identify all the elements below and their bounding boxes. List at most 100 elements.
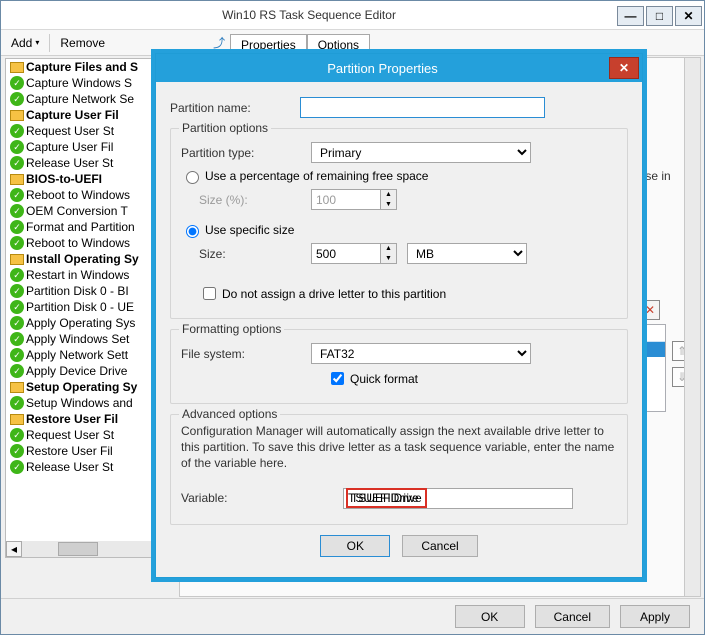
size-percent-label: Size (%): — [199, 193, 311, 207]
tree-item-label: Reboot to Windows — [26, 188, 130, 202]
tree-item[interactable]: ✓Reboot to Windows — [6, 235, 174, 251]
tree-item-label: Partition Disk 0 - UE — [26, 300, 134, 314]
check-icon: ✓ — [10, 268, 24, 282]
tree-item[interactable]: ✓Apply Operating Sys — [6, 315, 174, 331]
folder-icon — [10, 252, 24, 266]
tree-item[interactable]: ✓Release User St — [6, 155, 174, 171]
use-percentage-label: Use a percentage of remaining free space — [205, 169, 428, 183]
tree-item-label: Restore User Fil — [26, 412, 118, 426]
folder-icon — [10, 108, 24, 122]
tree-item[interactable]: ✓Release User St — [6, 459, 174, 475]
partition-name-label: Partition name: — [170, 101, 300, 115]
remove-button[interactable]: Remove — [54, 34, 111, 52]
task-sequence-tree[interactable]: Capture Files and S✓Capture Windows S✓Ca… — [5, 58, 175, 558]
tree-item[interactable]: Capture Files and S — [6, 59, 174, 75]
tree-item-label: Request User St — [26, 124, 114, 138]
maximize-button[interactable]: □ — [646, 6, 673, 26]
tree-item[interactable]: ✓Capture Network Se — [6, 91, 174, 107]
use-percentage-radio[interactable] — [186, 171, 199, 184]
tree-item-label: Capture User Fil — [26, 108, 119, 122]
tree-item-label: Restore User Fil — [26, 444, 113, 458]
check-icon: ✓ — [10, 156, 24, 170]
tree-item[interactable]: ✓Capture User Fil — [6, 139, 174, 155]
use-specific-size-label: Use specific size — [205, 223, 294, 237]
partition-type-select[interactable]: Primary — [311, 142, 531, 163]
quick-format-checkbox[interactable] — [331, 372, 344, 385]
delete-volume-icon[interactable]: ✕ — [640, 300, 660, 320]
close-button[interactable]: ✕ — [675, 6, 702, 26]
check-icon: ✓ — [10, 364, 24, 378]
check-icon: ✓ — [10, 460, 24, 474]
main-cancel-button[interactable]: Cancel — [535, 605, 610, 628]
tree-item[interactable]: BIOS-to-UEFI — [6, 171, 174, 187]
tree-item[interactable]: ✓Apply Device Drive — [6, 363, 174, 379]
tree-item[interactable]: ✓Apply Network Sett — [6, 347, 174, 363]
tree-item-label: Capture Windows S — [26, 76, 132, 90]
dialog-title: Partition Properties — [156, 61, 609, 76]
vertical-scrollbar[interactable] — [684, 58, 700, 596]
tree-item[interactable]: ✓Format and Partition — [6, 219, 174, 235]
use-specific-size-radio[interactable] — [186, 225, 199, 238]
check-icon: ✓ — [10, 124, 24, 138]
check-icon: ✓ — [10, 316, 24, 330]
variable-value-highlight: TSUEFIDrive — [347, 489, 426, 507]
main-titlebar: Win10 RS Task Sequence Editor — □ ✕ — [1, 1, 704, 30]
size-unit-select[interactable]: MB — [407, 243, 527, 264]
tree-item-label: Request User St — [26, 428, 114, 442]
dialog-ok-button[interactable]: OK — [320, 535, 390, 557]
tree-item[interactable]: Setup Operating Sy — [6, 379, 174, 395]
tree-item[interactable]: ✓Restore User Fil — [6, 443, 174, 459]
check-icon: ✓ — [10, 396, 24, 410]
tree-item[interactable]: ✓Partition Disk 0 - BI — [6, 283, 174, 299]
check-icon: ✓ — [10, 428, 24, 442]
dialog-cancel-button[interactable]: Cancel — [402, 535, 477, 557]
tree-item-label: Format and Partition — [26, 220, 135, 234]
check-icon: ✓ — [10, 140, 24, 154]
tree-item-label: Install Operating Sy — [26, 252, 139, 266]
tree-item-label: Capture Files and S — [26, 60, 138, 74]
advanced-options-group: Advanced options Configuration Manager w… — [170, 414, 628, 525]
tree-item[interactable]: Capture User Fil — [6, 107, 174, 123]
tree-item[interactable]: Restore User Fil — [6, 411, 174, 427]
file-system-label: File system: — [181, 347, 311, 361]
tree-item[interactable]: Install Operating Sy — [6, 251, 174, 267]
check-icon: ✓ — [10, 332, 24, 346]
tree-item-label: BIOS-to-UEFI — [26, 172, 102, 186]
tree-item-label: Capture User Fil — [26, 140, 113, 154]
tree-item[interactable]: ✓Apply Windows Set — [6, 331, 174, 347]
check-icon: ✓ — [10, 444, 24, 458]
tree-item-label: Apply Operating Sys — [26, 316, 135, 330]
tree-item[interactable]: ✓Setup Windows and — [6, 395, 174, 411]
tree-item[interactable]: ✓Restart in Windows — [6, 267, 174, 283]
check-icon: ✓ — [10, 188, 24, 202]
horizontal-scrollbar[interactable]: ◂▸ — [6, 541, 174, 557]
add-menu-button[interactable]: Add▾ — [5, 34, 45, 52]
tree-item-label: Setup Operating Sy — [26, 380, 137, 394]
tree-item-label: Partition Disk 0 - BI — [26, 284, 129, 298]
size-stepper[interactable]: ▲▼ — [381, 243, 397, 264]
tree-item[interactable]: ✓OEM Conversion T — [6, 203, 174, 219]
check-icon: ✓ — [10, 76, 24, 90]
tree-item[interactable]: ✓Request User St — [6, 123, 174, 139]
tree-item[interactable]: ✓Capture Windows S — [6, 75, 174, 91]
dialog-close-button[interactable]: ✕ — [609, 57, 639, 79]
main-ok-button[interactable]: OK — [455, 605, 525, 628]
size-label: Size: — [199, 247, 311, 261]
main-apply-button[interactable]: Apply — [620, 605, 690, 628]
file-system-select[interactable]: FAT32 — [311, 343, 531, 364]
variable-label: Variable: — [181, 491, 343, 505]
partition-name-input[interactable] — [300, 97, 545, 118]
partition-options-group: Partition options Partition type: Primar… — [170, 128, 628, 319]
tree-item[interactable]: ✓Reboot to Windows — [6, 187, 174, 203]
tree-item[interactable]: ✓Request User St — [6, 427, 174, 443]
check-icon: ✓ — [10, 300, 24, 314]
formatting-options-group: Formatting options File system: FAT32 Qu… — [170, 329, 628, 404]
minimize-button[interactable]: — — [617, 6, 644, 26]
tree-item-label: OEM Conversion T — [26, 204, 128, 218]
no-drive-letter-checkbox[interactable] — [203, 287, 216, 300]
tree-item[interactable]: ✓Partition Disk 0 - UE — [6, 299, 174, 315]
tree-item-label: Apply Windows Set — [26, 332, 129, 346]
size-input[interactable] — [311, 243, 381, 264]
folder-icon — [10, 380, 24, 394]
tree-item-label: Setup Windows and — [26, 396, 133, 410]
